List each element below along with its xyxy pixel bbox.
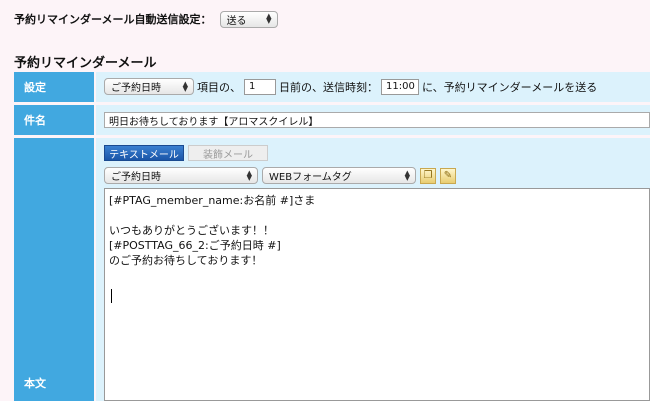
auto-send-label: 予約リマインダーメール自動送信設定： (14, 13, 212, 26)
settings-value-cell: ご予約日時 ▲ ▼ 項目の、 1 日前の、送信時刻： 11:00 に、予約リマイン… (96, 72, 650, 102)
select-arrows-icon: ▲ ▼ (404, 168, 410, 182)
settings-label: 設定 (14, 72, 94, 102)
body-line: [#POSTTAG_66_2:ご予約日時 #] (109, 239, 281, 252)
item-select-value: ご予約日時 (111, 83, 161, 94)
settings-row: 設定 ご予約日時 ▲ ▼ 項目の、 1 日前の、送信時刻： 11:00 に、予約リ… (14, 72, 650, 102)
edit-icon[interactable]: ✎ (440, 167, 456, 184)
insert-field-select[interactable]: ご予約日時 ▲ ▼ (104, 167, 258, 184)
web-form-tag-value: WEBフォームタグ (269, 172, 352, 183)
web-form-tag-select[interactable]: WEBフォームタグ ▲ ▼ (262, 167, 416, 184)
body-textarea[interactable]: [#PTAG_member_name:お名前 #]さま いつもありがとうございま… (104, 188, 650, 401)
section-title: 予約リマインダーメール (14, 56, 157, 71)
auto-send-value: 送る (226, 15, 247, 27)
tab-decorated-mail[interactable]: 装飾メール (188, 145, 268, 161)
subject-label: 件名 (14, 105, 94, 135)
auto-send-setting: 予約リマインダーメール自動送信設定： 送る ▲ ▼ (14, 9, 278, 29)
text-suffix: に、予約リマインダーメールを送る (422, 80, 598, 94)
body-label: 本文 (14, 138, 94, 401)
body-line: いつもありがとうございます！！ (109, 224, 274, 237)
select-arrows-icon: ▲ ▼ (246, 168, 252, 182)
reminder-form: 設定 ご予約日時 ▲ ▼ 項目の、 1 日前の、送信時刻： 11:00 に、予約リ… (14, 72, 650, 401)
select-arrows-icon: ▲ ▼ (266, 12, 272, 25)
paste-icon[interactable]: ❐ (420, 167, 436, 184)
body-row: 本文 テキストメール 装飾メール ご予約日時 ▲ ▼ WEBフォームタグ ▲ ▼ ❐… (14, 138, 650, 401)
item-select[interactable]: ご予約日時 ▲ ▼ (104, 78, 194, 95)
insert-field-value: ご予約日時 (111, 172, 161, 183)
auto-send-select[interactable]: 送る ▲ ▼ (219, 10, 278, 28)
insert-toolbar: ご予約日時 ▲ ▼ WEBフォームタグ ▲ ▼ ❐ ✎ (104, 167, 456, 184)
settings-inline: ご予約日時 ▲ ▼ 項目の、 1 日前の、送信時刻： 11:00 に、予約リマイン… (104, 78, 597, 95)
text-item-of: 項目の、 (197, 80, 241, 94)
body-line: [#PTAG_member_name:お名前 #]さま (109, 194, 316, 207)
tab-text-mail[interactable]: テキストメール (104, 145, 184, 161)
days-input[interactable]: 1 (244, 78, 276, 95)
text-days-before: 日前の、送信時刻： (279, 80, 378, 94)
select-arrows-icon: ▲ ▼ (182, 79, 188, 93)
mail-format-tabs: テキストメール 装飾メール (104, 145, 272, 161)
reminder-settings-page: { "auto_send": { "label": "予約リマインダーメール自動… (0, 0, 650, 401)
body-value-cell: テキストメール 装飾メール ご予約日時 ▲ ▼ WEBフォームタグ ▲ ▼ ❐ ✎ … (96, 138, 650, 401)
subject-row: 件名 明日お待ちしております【アロマスクイレル】 (14, 105, 650, 135)
body-line (109, 208, 649, 223)
subject-input[interactable]: 明日お待ちしております【アロマスクイレル】 (104, 112, 650, 128)
body-line: のご予約お待ちしております！ (109, 254, 263, 267)
time-input[interactable]: 11:00 (381, 78, 419, 95)
text-caret (111, 289, 112, 303)
subject-value-cell: 明日お待ちしております【アロマスクイレル】 (96, 105, 650, 135)
